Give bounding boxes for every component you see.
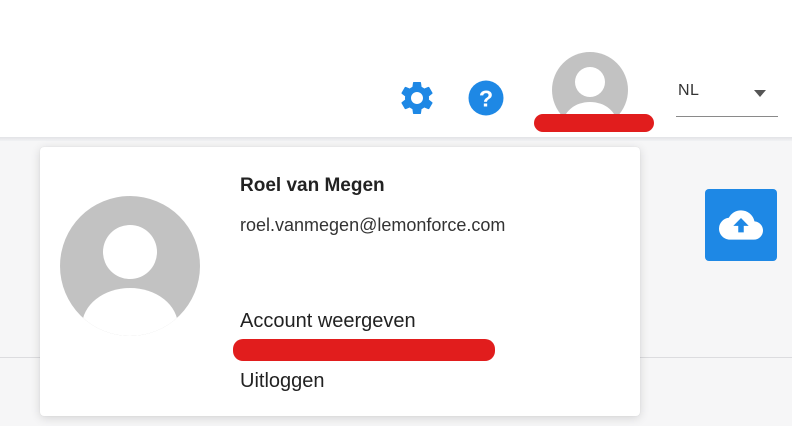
- user-email: roel.vanmegen@lemonforce.com: [240, 215, 506, 235]
- help-circle-icon[interactable]: ?: [466, 78, 506, 118]
- chevron-down-icon: [754, 90, 766, 97]
- cloud-upload-icon: [719, 210, 763, 240]
- avatar: [58, 194, 202, 338]
- account-highlight-mark: [233, 339, 495, 361]
- language-select[interactable]: NL: [676, 78, 778, 117]
- svg-text:?: ?: [479, 85, 493, 111]
- logout-link[interactable]: Uitloggen: [240, 370, 325, 393]
- user-name: Roel van Megen: [240, 175, 385, 196]
- upload-button[interactable]: [705, 189, 777, 261]
- user-menu-dropdown: Roel van Megen roel.vanmegen@lemonforce.…: [40, 147, 640, 416]
- view-account-link[interactable]: Account weergeven: [240, 310, 416, 333]
- avatar-highlight-mark: [534, 114, 654, 132]
- top-bar: ? NL: [0, 0, 792, 137]
- gear-icon[interactable]: [397, 78, 437, 118]
- language-select-value: NL: [678, 82, 700, 99]
